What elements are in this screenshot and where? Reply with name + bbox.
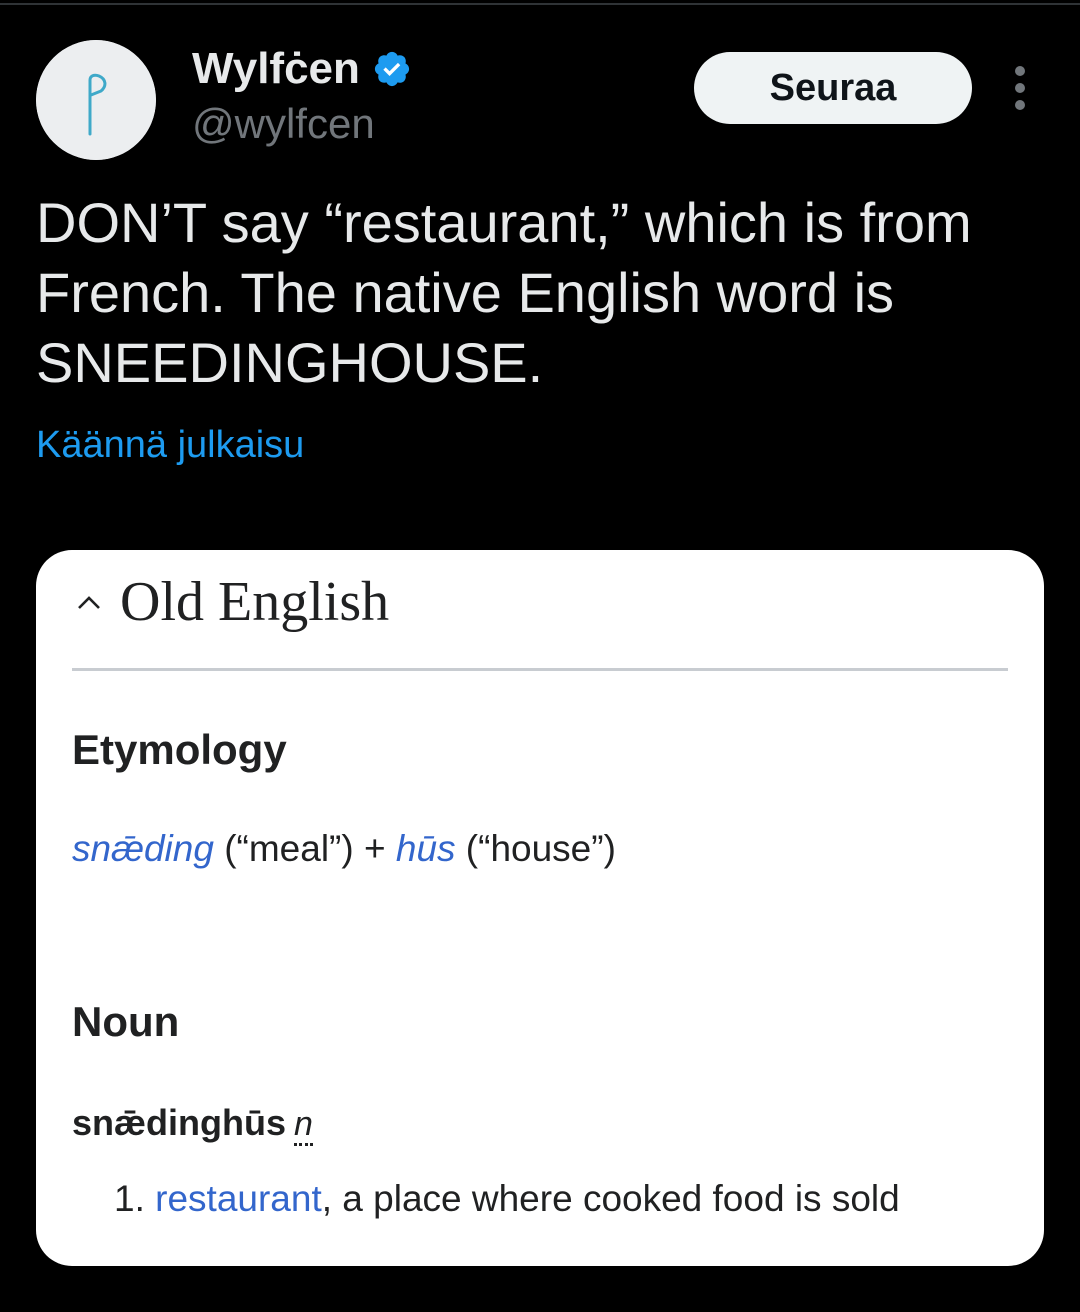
caret-up-icon bbox=[78, 596, 100, 609]
definition-text: , a place where cooked food is sold bbox=[321, 1178, 900, 1219]
section-heading[interactable]: Old English bbox=[72, 570, 389, 634]
avatar[interactable] bbox=[36, 40, 156, 160]
display-name[interactable]: Wylfċen bbox=[192, 44, 412, 94]
attached-image-card[interactable]: Old English Etymology snǣding (“meal”) +… bbox=[36, 550, 1044, 1266]
noun-heading: Noun bbox=[72, 998, 180, 1045]
more-dot bbox=[1015, 100, 1025, 110]
etymology-heading: Etymology bbox=[72, 726, 287, 773]
heading-divider bbox=[72, 668, 1008, 671]
follow-button[interactable]: Seuraa bbox=[694, 52, 972, 124]
etymology-gloss: (“meal”) + bbox=[213, 828, 396, 869]
display-name-text: Wylfċen bbox=[192, 44, 360, 93]
more-dot bbox=[1015, 83, 1025, 93]
etymology-text: snǣding (“meal”) + hūs (“house”) bbox=[72, 828, 616, 870]
rune-wynn-icon bbox=[36, 40, 156, 160]
etymology-gloss: (“house”) bbox=[455, 828, 616, 869]
verified-badge-icon bbox=[374, 51, 409, 87]
definition-link-restaurant[interactable]: restaurant bbox=[155, 1178, 322, 1219]
headword: snǣdinghūs n bbox=[72, 1102, 313, 1146]
more-dot bbox=[1015, 66, 1025, 76]
gender-abbreviation[interactable]: n bbox=[294, 1105, 313, 1146]
tweet-text: DON’T say “restaurant,” which is from Fr… bbox=[36, 191, 972, 394]
definition-number: 1. bbox=[114, 1178, 156, 1219]
more-vertical-icon[interactable] bbox=[1004, 66, 1036, 110]
user-handle[interactable]: @wylfcen bbox=[192, 100, 375, 148]
tweet-header: Wylfċen @wylfcen Seuraa bbox=[0, 0, 1080, 170]
headword-text: snǣdinghūs bbox=[72, 1102, 286, 1143]
translate-post-link[interactable]: Käännä julkaisu bbox=[36, 424, 304, 467]
definition-item: 1. restaurant, a place where cooked food… bbox=[114, 1178, 900, 1220]
etymology-link-sneding[interactable]: snǣding bbox=[72, 828, 214, 869]
language-heading: Old English bbox=[120, 571, 390, 633]
etymology-link-hus[interactable]: hūs bbox=[396, 828, 456, 869]
